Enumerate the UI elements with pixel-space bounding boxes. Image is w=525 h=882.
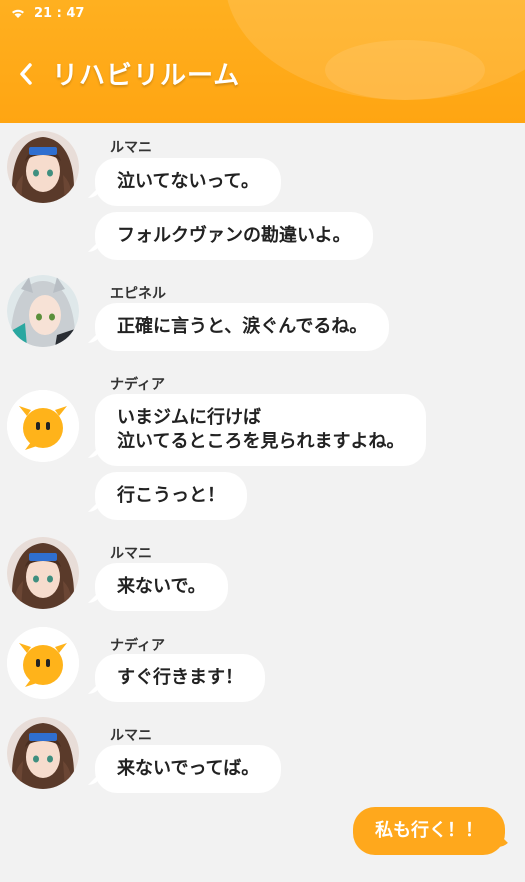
message-bubble[interactable]: 来ないでってば。 — [95, 745, 282, 793]
message-bubble[interactable]: 正確に言うと、涙ぐんでるね。 — [95, 303, 390, 351]
message-bubble[interactable]: 来ないで。 — [95, 563, 228, 611]
status-time: 21 : 47 — [34, 5, 85, 21]
nav-bar: リハビリルーム — [18, 55, 240, 92]
message-bubble[interactable]: すぐ行きます！ — [95, 654, 265, 702]
sender-name: ナディア — [110, 377, 166, 393]
sender-name: エピネル — [110, 286, 166, 302]
sender-name: ルマニ — [110, 140, 152, 156]
avatar-nadia[interactable] — [7, 390, 79, 462]
status-bar: 21 : 47 — [10, 4, 84, 22]
message-bubble[interactable]: フォルクヴァンの勘違いよ。 — [95, 212, 373, 260]
header: 21 : 47 リハビリルーム — [0, 0, 525, 123]
self-message-bubble[interactable]: 私も行く！！ — [353, 807, 505, 855]
page-title: リハビリルーム — [52, 61, 241, 91]
message-bubble[interactable]: 行こうっと！ — [95, 472, 247, 520]
sender-name: ナディア — [110, 638, 166, 654]
sender-name: ルマニ — [110, 546, 152, 562]
avatar-nadia[interactable] — [7, 627, 79, 699]
message-bubble[interactable]: 泣いてないって。 — [95, 158, 282, 206]
avatar-epinel[interactable] — [7, 275, 79, 347]
avatar-rumani[interactable] — [7, 537, 79, 609]
avatar-rumani[interactable] — [7, 131, 79, 203]
message-bubble[interactable]: いまジムに行けば 泣いてるところを見られますよね。 — [95, 394, 427, 466]
header-decoration — [325, 40, 485, 100]
back-button[interactable] — [18, 56, 40, 92]
sender-name: ルマニ — [110, 728, 152, 744]
chevron-left-icon — [20, 62, 32, 85]
wifi-icon — [12, 9, 24, 18]
avatar-rumani[interactable] — [7, 717, 79, 789]
chat-area[interactable]: ルマニ 泣いてないって。 フォルクヴァンの勘違いよ。 エピネル 正確に言うと、涙… — [0, 123, 525, 882]
